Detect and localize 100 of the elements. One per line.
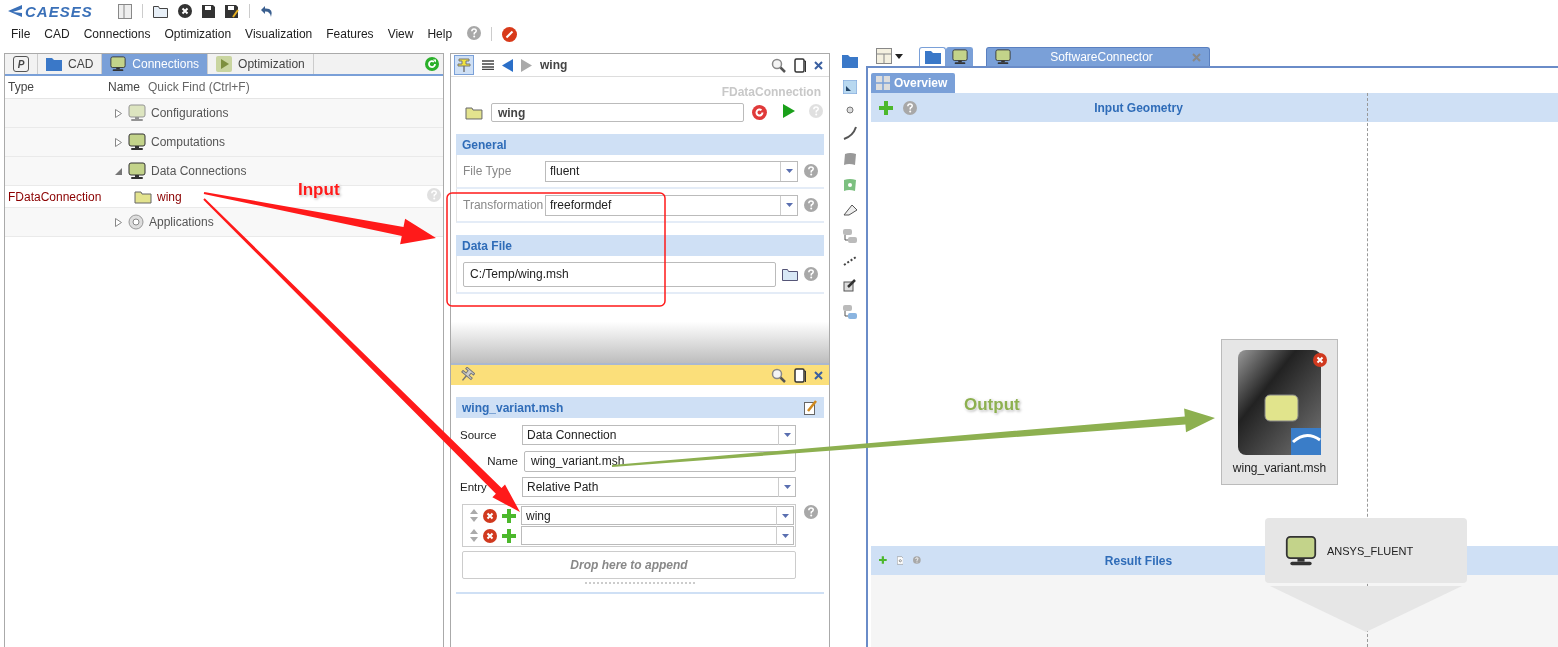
list-icon[interactable] [482,60,494,70]
monitor-icon [995,49,1011,65]
column-header[interactable]: Name [108,80,148,94]
add-icon[interactable] [879,553,887,567]
menu-item[interactable]: Visualization [238,25,320,43]
tree-item[interactable]: Computations [151,135,226,149]
help-icon[interactable] [804,505,818,519]
view-tab[interactable] [919,47,946,66]
tree-item[interactable]: Data Connections [151,164,247,178]
help-icon[interactable] [467,25,482,40]
logo-icon [8,5,22,17]
folder-icon[interactable] [782,267,798,281]
annotation-label: Input [298,180,340,200]
save-as-icon[interactable] [225,4,239,18]
menu-item[interactable]: CAD [37,25,77,43]
dropdown[interactable]: freeformdef [545,194,798,216]
tree-item[interactable]: Applications [149,215,214,229]
plane-icon[interactable] [842,204,858,216]
menu-item[interactable]: Features [319,25,381,43]
point-icon[interactable] [846,106,854,114]
expand-arrow-icon[interactable] [114,137,123,147]
file-path-field[interactable]: C:/Temp/wing.msh [463,261,776,287]
reorder-icon[interactable] [470,529,478,542]
window-icon[interactable] [794,367,806,383]
back-icon[interactable] [502,58,513,72]
help-icon[interactable] [903,100,917,115]
search-icon[interactable] [771,367,786,383]
undo-icon[interactable] [260,4,274,18]
menu-item[interactable]: Help [420,25,460,43]
drop-zone[interactable]: Drop here to append [462,551,796,579]
menu-item[interactable]: File [4,25,38,43]
app-logo: CAESES [25,2,93,20]
forward-icon[interactable] [521,58,532,72]
dotted-line-icon[interactable] [843,256,857,266]
name-field[interactable]: wing [490,103,745,122]
reload-icon[interactable] [752,105,767,120]
save-icon[interactable] [202,4,215,18]
folder-icon [134,189,152,204]
application-node[interactable]: ANSYS_FLUENT [1265,518,1467,583]
play-icon[interactable] [783,104,795,118]
dropdown[interactable]: fluent [545,160,798,182]
close-icon[interactable] [814,60,823,70]
search-icon[interactable] [771,57,786,73]
curve-icon[interactable] [843,126,857,140]
help-icon[interactable] [804,198,818,212]
menu-item[interactable]: View [380,25,421,43]
help-icon[interactable] [804,164,818,178]
section-header[interactable]: wing_variant.msh [462,400,564,415]
pin-icon[interactable] [456,57,472,73]
surface-icon[interactable] [843,152,857,166]
folder-icon [46,57,62,71]
folder-icon[interactable] [842,54,858,68]
caret-icon [781,513,789,518]
panel-tab[interactable]: P [5,54,38,74]
tree-item[interactable]: wing [157,189,182,204]
pin-icon[interactable] [459,367,475,383]
menu-item[interactable]: Connections [76,25,158,43]
help-icon[interactable] [913,553,921,567]
help-icon[interactable] [804,267,818,281]
collapse-arrow-icon[interactable] [114,166,123,176]
patch-icon[interactable] [843,178,857,192]
menu-item[interactable]: Optimization [157,25,239,43]
remove-icon[interactable] [1313,353,1327,367]
view-tab[interactable] [946,47,973,66]
caret-icon [781,533,789,538]
document-search-icon[interactable] [896,553,904,568]
stop-icon[interactable] [502,26,518,42]
dropdown[interactable] [521,526,794,545]
field-label: Entry [460,481,487,493]
monitor-icon [110,56,127,72]
node-icon[interactable] [842,304,858,320]
frame-icon[interactable] [843,80,857,94]
type-label: FDataConnection [8,189,102,204]
refresh-icon[interactable] [425,57,439,71]
edit-icon[interactable] [843,278,857,292]
close-icon[interactable] [178,4,192,18]
add-icon[interactable] [502,528,516,543]
node-icon[interactable] [842,228,858,244]
panel-tab[interactable]: CAD [38,54,103,74]
caret-icon [785,203,793,207]
section-header[interactable]: Data File [456,235,824,256]
section-header[interactable]: General [456,134,824,155]
file-node[interactable]: wing_variant.msh [1221,339,1338,485]
window-icon[interactable] [794,57,806,73]
dropdown[interactable]: wing [521,506,794,525]
folder-icon[interactable] [153,4,168,18]
column-header[interactable]: Type [5,80,108,94]
annotation-label: Output [964,395,1020,415]
add-icon[interactable] [502,508,516,523]
panel-icon[interactable] [118,3,132,19]
reorder-icon[interactable] [470,509,478,522]
monitor-icon [951,49,968,65]
edit-icon[interactable] [804,400,818,415]
panel-tab[interactable]: Optimization [208,54,314,74]
dropdown[interactable]: Relative Path [522,477,796,497]
add-icon[interactable] [879,100,893,115]
expand-arrow-icon[interactable] [114,217,123,227]
file-name-field[interactable]: wing_variant.msh [524,450,796,472]
dropdown[interactable]: Data Connection [522,425,796,445]
caret-icon[interactable] [895,53,903,59]
